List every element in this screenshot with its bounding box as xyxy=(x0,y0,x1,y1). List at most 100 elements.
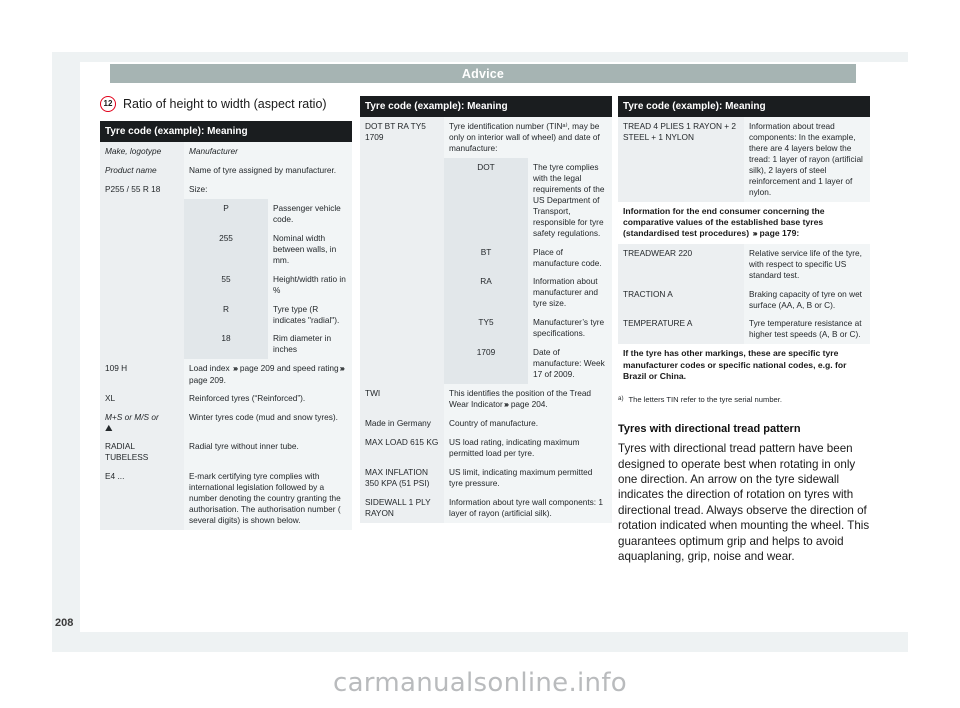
row-value: This identifies the position of the Trea… xyxy=(444,383,612,415)
sub-row-value: Tyre type (R indicates "radial"). xyxy=(268,299,352,330)
tyre-code-table-3: Tyre code (example): Meaning TREAD 4 PLI… xyxy=(618,96,870,387)
row-value: Manufacturer xyxy=(184,142,352,162)
section-heading: 12 Ratio of height to width (aspect rati… xyxy=(100,96,352,112)
row-key: Made in Germany xyxy=(360,414,444,434)
snowflake-mountain-icon: ⛰ xyxy=(105,423,113,434)
row-value: Country of manufacture. xyxy=(444,414,612,434)
footnote: a) The letters TIN refer to the tyre ser… xyxy=(618,395,870,405)
page-number: 208 xyxy=(55,617,74,629)
row-value: US limit, indicating maximum permitted t… xyxy=(444,462,612,493)
row-key: MAX INFLATION 350 KPA (51 PSI) xyxy=(360,462,444,493)
row-key: XL xyxy=(100,389,184,409)
row-key: TEMPERATURE A xyxy=(618,314,744,345)
table-header-label: Tyre code (example): Meaning xyxy=(360,96,612,118)
table-header-row: Tyre code (example): Meaning xyxy=(618,96,870,118)
row-value: Tyre identification number (TINᵃ⁾, may b… xyxy=(444,117,612,158)
table-row: SIDEWALL 1 PLY RAYON Information about t… xyxy=(360,492,612,523)
table-row: Made in Germany Country of manufacture. xyxy=(360,414,612,434)
table-row: TRACTION A Braking capacity of tyre on w… xyxy=(618,284,870,315)
row-value: Information about tread components: In t… xyxy=(744,117,870,202)
site-watermark: carmanualsonline.info xyxy=(332,668,627,698)
row-key: M+S or M/S or ⛰ xyxy=(100,408,184,438)
row-key: 109 H xyxy=(100,359,184,390)
sub-row-key: 255 xyxy=(184,228,268,270)
table-row: MAX LOAD 615 KG US load rating, indicati… xyxy=(360,433,612,463)
row-value: Braking capacity of tyre on wet surface … xyxy=(744,284,870,315)
table-row: MAX INFLATION 350 KPA (51 PSI) US limit,… xyxy=(360,462,612,493)
table-row: 109 H Load index ››› page 209 and speed … xyxy=(100,359,352,390)
table-note-row: If the tyre has other markings, these ar… xyxy=(618,344,870,387)
row-value: Reinforced tyres (“Reinforced”). xyxy=(184,389,352,409)
row-key: P255 / 55 R 18 xyxy=(100,180,184,360)
table-row: P255 / 55 R 18 Size: xyxy=(100,180,352,360)
sub-row-value: Nominal width between walls, in mm. xyxy=(268,228,352,270)
sub-row-value: Place of manufacture code. xyxy=(528,242,612,273)
column-right: Tyre code (example): Meaning TREAD 4 PLI… xyxy=(618,96,870,564)
callout-number-badge: 12 xyxy=(100,96,116,112)
table-row: TWI This identifies the position of the … xyxy=(360,383,612,415)
row-key: SIDEWALL 1 PLY RAYON xyxy=(360,492,444,523)
table-note: If the tyre has other markings, these ar… xyxy=(618,344,870,387)
table-note-post: page 179: xyxy=(757,228,800,239)
directional-heading: Tyres with directional tread pattern xyxy=(618,423,801,436)
sub-row-key: R xyxy=(184,299,268,330)
row-key: Make, logotype xyxy=(100,142,184,162)
row-key: DOT BT RA TY5 1709 xyxy=(360,117,444,384)
row-key: TREADWEAR 220 xyxy=(618,243,744,285)
footnote-text: The letters TIN refer to the tyre serial… xyxy=(628,395,782,405)
table-row: RADIAL TUBELESS Radial tyre without inne… xyxy=(100,437,352,468)
row-key: RADIAL TUBELESS xyxy=(100,437,184,468)
footnote-marker: a) xyxy=(618,395,624,403)
sub-row-value: Information about manufacturer and tyre … xyxy=(528,272,612,314)
row-value: E-mark certifying tyre complies with int… xyxy=(184,467,352,530)
table-row: E4 ... E-mark certifying tyre complies w… xyxy=(100,467,352,530)
row-value-pre: Load index xyxy=(189,363,232,374)
row-key: Product name xyxy=(100,161,184,181)
section-heading-text: Ratio of height to width (aspect ratio) xyxy=(123,97,327,111)
row-value: Load index ››› page 209 and speed rating… xyxy=(184,359,352,390)
table-header-row: Tyre code (example): Meaning xyxy=(360,96,612,118)
directional-body: Tyres with directional tread pattern hav… xyxy=(618,442,870,564)
table-row: TEMPERATURE A Tyre temperature resistanc… xyxy=(618,314,870,345)
sub-row-value: Passenger vehicle code. xyxy=(268,199,352,229)
row-value: Name of tyre assigned by manufacturer. xyxy=(184,161,352,181)
sub-row-value: Date of manufacture: Week 17 of 2009. xyxy=(528,343,612,384)
table-header-label: Tyre code (example): Meaning xyxy=(100,121,352,143)
sub-row-key: RA xyxy=(444,272,528,314)
row-value-post: page 209. xyxy=(189,374,226,385)
row-value-post: page 204. xyxy=(508,398,548,409)
sub-row-key: DOT xyxy=(444,158,528,243)
page-header-title: Advice xyxy=(461,66,505,81)
row-key: MAX LOAD 615 KG xyxy=(360,433,444,463)
row-value: Tyre temperature resistance at higher te… xyxy=(744,314,870,345)
sub-row-value: Height/width ratio in % xyxy=(268,269,352,300)
row-value: Radial tyre without inner tube. xyxy=(184,437,352,468)
table-note-row: Information for the end consumer concern… xyxy=(618,201,870,244)
sub-row-key: 1709 xyxy=(444,343,528,384)
row-value: Relative service life of the tyre, with … xyxy=(744,243,870,285)
table-row: Product name Name of tyre assigned by ma… xyxy=(100,161,352,181)
row-value: US load rating, indicating maximum permi… xyxy=(444,433,612,463)
table-note: Information for the end consumer concern… xyxy=(618,201,870,244)
table-row: TREADWEAR 220 Relative service life of t… xyxy=(618,243,870,285)
row-value: Information about tyre wall components: … xyxy=(444,492,612,523)
table-row: XL Reinforced tyres (“Reinforced”). xyxy=(100,389,352,409)
page-header-bar: Advice xyxy=(110,64,856,83)
sub-row-key: 18 xyxy=(184,329,268,360)
tyre-code-table-2: Tyre code (example): Meaning DOT BT RA T… xyxy=(360,96,612,523)
table-row: TREAD 4 PLIES 1 RAYON + 2 STEEL + 1 NYLO… xyxy=(618,117,870,202)
column-left: 12 Ratio of height to width (aspect rati… xyxy=(100,96,352,530)
row-key-label: M+S or M/S or xyxy=(105,412,159,423)
sub-row-key: P xyxy=(184,199,268,229)
row-key: TRACTION A xyxy=(618,284,744,315)
table-header-label: Tyre code (example): Meaning xyxy=(618,96,870,118)
sub-row-key: TY5 xyxy=(444,313,528,344)
tyre-code-table-1: Tyre code (example): Meaning Make, logot… xyxy=(100,121,352,530)
row-key: TREAD 4 PLIES 1 RAYON + 2 STEEL + 1 NYLO… xyxy=(618,117,744,202)
table-header-row: Tyre code (example): Meaning xyxy=(100,121,352,143)
page-ref-chevron-icon: ››› xyxy=(339,363,345,374)
row-key: E4 ... xyxy=(100,467,184,530)
sub-row-key: BT xyxy=(444,242,528,273)
sub-row-value: The tyre complies with the legal require… xyxy=(528,158,612,243)
sub-row-value: Rim diameter in inches xyxy=(268,329,352,360)
